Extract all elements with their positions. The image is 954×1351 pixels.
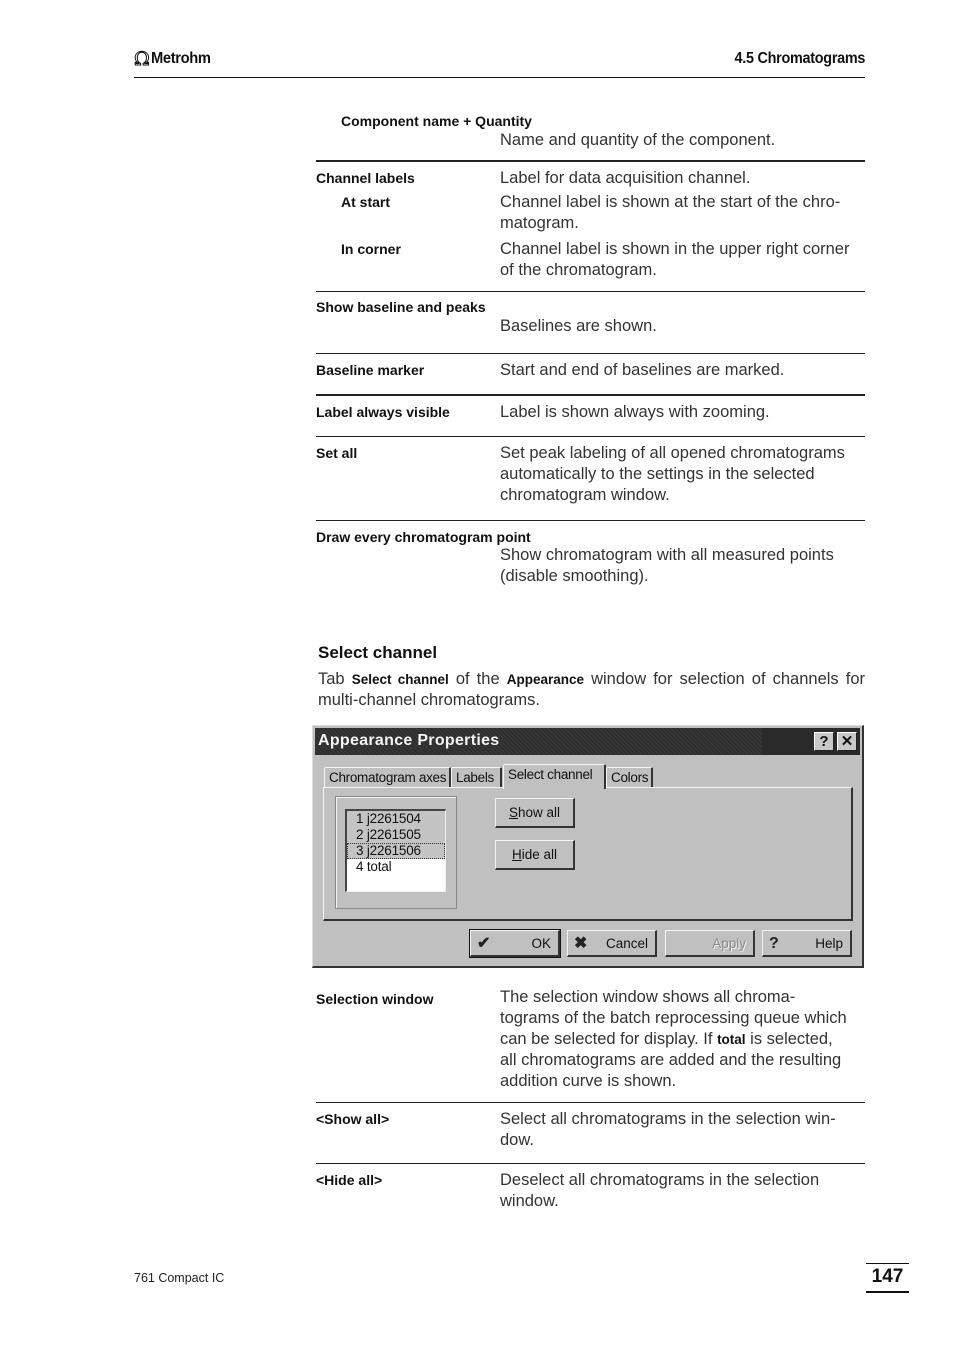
- definition-row: Baseline marker Start and end of baselin…: [316, 354, 865, 396]
- definition-desc: Start and end of baselines are marked.: [500, 361, 785, 379]
- definition-row: Draw every chromatogram point Show chrom…: [316, 521, 865, 601]
- button-label: Help: [815, 936, 843, 951]
- help-icon[interactable]: ?: [814, 732, 834, 751]
- mnemonic: S: [508, 805, 518, 820]
- definition-term: <Show all>: [316, 1111, 390, 1127]
- definition-desc: Channel label is shown in the upper righ…: [500, 240, 850, 279]
- definition-term: Draw every chromatogram point: [316, 529, 531, 545]
- tab-colors[interactable]: Colors: [606, 767, 653, 788]
- channel-list-item[interactable]: 2 j2261505: [347, 827, 445, 843]
- definition-term: <Hide all>: [316, 1172, 383, 1188]
- definition-row: Component name + Quantity Name and quant…: [316, 111, 865, 162]
- tab-panel-select-channel: 1 j2261504 2 j2261505 3 j2261506 4 total…: [323, 787, 853, 921]
- definition-term: Label always visible: [316, 404, 450, 420]
- definition-row: Show baseline and peaks Baselines are sh…: [316, 292, 865, 354]
- channel-list-item[interactable]: 1 j2261504: [347, 811, 445, 827]
- definition-row: Set all Set peak labeling of all opened …: [316, 437, 865, 521]
- button-label: OK: [531, 936, 551, 951]
- definition-desc: Set peak labeling of all opened chromato…: [500, 444, 845, 504]
- channel-list-item[interactable]: 3 j2261506: [347, 843, 445, 859]
- definition-table-bottom: Selection window The selection window sh…: [316, 986, 865, 1225]
- definition-desc: Label is shown always with zooming.: [500, 403, 770, 421]
- help-button[interactable]: ? Help: [762, 930, 852, 957]
- cancel-button[interactable]: ✖ Cancel: [567, 930, 657, 957]
- apply-button[interactable]: Apply: [665, 930, 755, 957]
- intro-term: Select channel: [351, 672, 449, 687]
- tab-chromatogram-axes[interactable]: Chromatogram axes: [324, 767, 451, 788]
- page-number: 147: [866, 1263, 909, 1293]
- definition-table-top: Component name + Quantity Name and quant…: [316, 111, 865, 601]
- button-label: Apply: [712, 936, 746, 951]
- definition-desc: Select all chromatograms in the selectio…: [500, 1110, 836, 1149]
- definition-term: Set all: [316, 445, 358, 461]
- selection-window-frame: 1 j2261504 2 j2261505 3 j2261506 4 total: [335, 796, 457, 909]
- definition-term: Baseline marker: [316, 362, 425, 378]
- definition-row: Channel labels Label for data acquisitio…: [316, 162, 865, 292]
- definition-row: <Show all> Select all chromatograms in t…: [316, 1103, 865, 1164]
- definition-desc: Name and quantity of the component.: [500, 131, 776, 149]
- tab-select-channel[interactable]: Select channel: [503, 764, 606, 789]
- close-icon[interactable]: ✕: [837, 732, 857, 751]
- button-label: how all: [517, 805, 561, 820]
- omega-logo-icon: Ω: [134, 48, 151, 70]
- definition-desc: Show chromatogram with all measured poin…: [500, 546, 834, 585]
- definition-subterm: At start: [341, 194, 391, 210]
- checkmark-icon: ✔: [477, 935, 491, 952]
- page-header: Ω Metrohm 4.5 Chromatograms: [134, 48, 865, 78]
- definition-subterm: In corner: [341, 241, 401, 257]
- definition-desc: The selection window shows all chroma- t…: [500, 987, 847, 1092]
- definition-term: Channel labels: [316, 170, 415, 186]
- appearance-properties-dialog: Appearance Properties ? ✕ Chromatogram a…: [312, 725, 864, 968]
- mnemonic: H: [511, 847, 522, 862]
- intro-text: of the: [448, 670, 507, 688]
- ok-button[interactable]: ✔ OK: [469, 929, 561, 958]
- metrohm-logo: Ω Metrohm: [134, 48, 216, 70]
- tab-labels[interactable]: Labels: [451, 767, 502, 788]
- button-label: Cancel: [605, 936, 648, 951]
- show-all-button[interactable]: Show all: [495, 798, 575, 828]
- definition-row: <Hide all> Deselect all chromatograms in…: [316, 1164, 865, 1225]
- definition-desc: Baselines are shown.: [500, 317, 657, 335]
- intro-term: Appearance: [506, 672, 585, 687]
- definition-term: Component name + Quantity: [341, 113, 532, 129]
- question-mark-icon: ?: [769, 935, 779, 952]
- cross-icon: ✖: [574, 935, 588, 952]
- definition-term: Selection window: [316, 991, 434, 1007]
- channel-list-item[interactable]: 4 total: [347, 859, 445, 875]
- desc-term: total: [717, 1032, 746, 1047]
- intro-text: Tab: [318, 670, 352, 688]
- channel-listbox[interactable]: 1 j2261504 2 j2261505 3 j2261506 4 total: [345, 809, 446, 892]
- definition-desc: Label for data acquisition channel.: [500, 169, 751, 187]
- button-label: ide all: [521, 847, 558, 862]
- hide-all-button[interactable]: Hide all: [495, 840, 575, 870]
- footer-product-name: 761 Compact IC: [134, 1271, 225, 1285]
- dialog-titlebar[interactable]: Appearance Properties ? ✕: [315, 728, 860, 755]
- definition-row: Label always visible Label is shown alwa…: [316, 396, 865, 437]
- definition-row: Selection window The selection window sh…: [316, 986, 865, 1103]
- dialog-title: Appearance Properties: [318, 732, 500, 749]
- section-heading: 4.5 Chromatograms: [734, 50, 865, 67]
- definition-desc: Channel label is shown at the start of t…: [500, 193, 841, 232]
- section-subheading: Select channel: [318, 643, 438, 662]
- intro-paragraph: Tab Select channel of the Appearance win…: [318, 669, 865, 711]
- definition-desc: Deselect all chromatograms in the select…: [500, 1171, 820, 1210]
- logo-text: Metrohm: [150, 50, 211, 67]
- definition-term: Show baseline and peaks: [316, 299, 486, 315]
